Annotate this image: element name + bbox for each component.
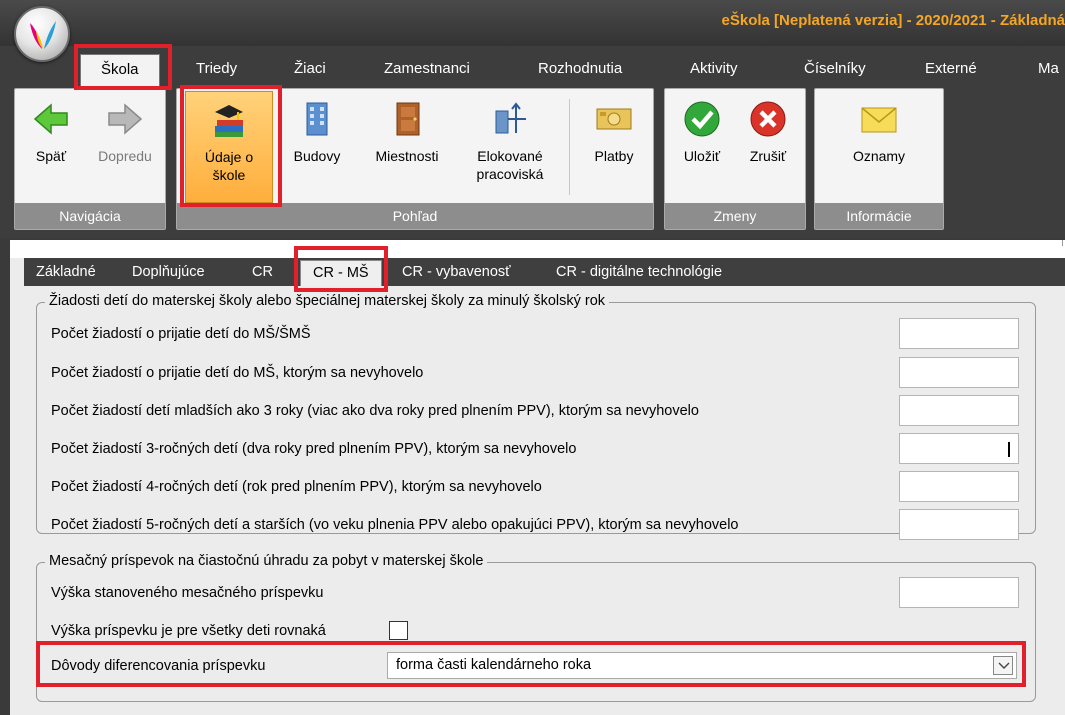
field-label: Počet žiadostí 5-ročných detí a starších… — [51, 517, 739, 533]
section-applications: Žiadosti detí do materskej školy alebo š… — [36, 293, 1036, 540]
field-label: Počet žiadostí 4-ročných detí (rok pred … — [51, 479, 542, 495]
subtab-bar: Základné Doplňujúce CR CR - MŠ CR - vyba… — [24, 258, 1065, 286]
applications-age4-input[interactable] — [899, 471, 1019, 502]
divider — [1062, 240, 1063, 246]
section-applications-title: Žiadosti detí do materskej školy alebo š… — [45, 293, 610, 309]
section-monthly-fee-title: Mesačný príspevok na čiastočnú úhradu za… — [45, 553, 488, 569]
door-icon — [396, 102, 420, 136]
title-bar: eŠkola [Neplatená verzia] - 2020/2021 - … — [0, 0, 1065, 46]
tab-more[interactable]: Ma — [1038, 60, 1059, 77]
field-label: Výška príspevku je pre všetky deti rovna… — [51, 623, 326, 639]
applications-under3-input[interactable] — [899, 395, 1019, 426]
field-label: Počet žiadostí detí mladších ako 3 roky … — [51, 403, 699, 419]
app-menu-button[interactable] — [14, 6, 70, 62]
group-navigacia: Späť Dopredu Navigácia — [14, 88, 166, 230]
announcements-button[interactable]: Oznamy — [829, 99, 929, 165]
group-zmeny: Uložiť Zrušiť Zmeny — [664, 88, 806, 230]
content-area: Základné Doplňujúce CR CR - MŠ CR - vyba… — [10, 240, 1065, 715]
field-label: Výška stanoveného mesačného príspevku — [51, 585, 324, 601]
rooms-button[interactable]: Miestnosti — [361, 99, 453, 165]
subtab-cr-ms[interactable]: CR - MŠ — [300, 260, 382, 286]
section-monthly-fee: Mesačný príspevok na čiastočnú úhradu za… — [36, 553, 1036, 702]
field-label: Počet žiadostí o prijatie detí do MŠ, kt… — [51, 365, 424, 381]
cancel-button[interactable]: Zrušiť — [737, 99, 799, 165]
subtab-cr-digital[interactable]: CR - digitálne technológie — [556, 264, 722, 280]
window-title: eŠkola [Neplatená verzia] - 2020/2021 - … — [721, 12, 1065, 29]
network-buildings-icon — [495, 102, 526, 134]
tab-aktivity[interactable]: Aktivity — [690, 60, 738, 77]
tab-rozhodnutia[interactable]: Rozhodnutia — [538, 60, 622, 77]
forward-arrow-icon — [108, 103, 143, 135]
ribbon-separator — [569, 99, 570, 195]
subtab-cr[interactable]: CR — [252, 264, 273, 280]
cancel-x-icon — [750, 101, 786, 137]
forward-button[interactable]: Dopredu — [87, 99, 163, 165]
buildings-button[interactable]: Budovy — [281, 99, 353, 165]
back-arrow-icon — [33, 103, 68, 135]
tab-ziaci[interactable]: Žiaci — [294, 60, 326, 77]
group-label-navigacia: Navigácia — [15, 203, 165, 229]
ribbon: Späť Dopredu Navigácia Údaje o škole Bud… — [0, 88, 1065, 238]
money-icon — [596, 108, 632, 130]
tab-ciselniky[interactable]: Číselníky — [804, 60, 866, 77]
text-caret — [1008, 442, 1010, 457]
monthly-fee-amount-input[interactable] — [899, 577, 1019, 608]
school-books-icon — [215, 105, 243, 137]
subtab-cr-vybavenost[interactable]: CR - vybavenosť — [402, 264, 511, 280]
envelope-icon — [861, 107, 897, 133]
applications-age3-input[interactable] — [899, 433, 1019, 464]
group-label-pohlad: Pohľad — [177, 203, 653, 229]
tab-externe[interactable]: Externé — [925, 60, 977, 77]
tab-triedy[interactable]: Triedy — [196, 60, 237, 77]
payments-button[interactable]: Platby — [579, 99, 649, 165]
applications-rejected-input[interactable] — [899, 357, 1019, 388]
group-label-zmeny: Zmeny — [665, 203, 805, 229]
group-label-informacie: Informácie — [815, 203, 943, 229]
field-label: Počet žiadostí o prijatie detí do MŠ/ŠMŠ — [51, 326, 311, 342]
select-value: forma časti kalendárneho roka — [396, 657, 592, 673]
back-button[interactable]: Späť — [21, 99, 81, 165]
checkmark-icon — [684, 101, 720, 137]
ribbon-tab-bar: Škola Triedy Žiaci Zamestnanci Rozhodnut… — [0, 46, 1065, 90]
field-label: Dôvody diferencovania príspevku — [51, 658, 266, 674]
content-header-strip — [10, 240, 1065, 258]
field-label: Počet žiadostí 3-ročných detí (dva roky … — [51, 441, 577, 457]
equal-fee-checkbox[interactable] — [389, 621, 408, 640]
applications-age5-input[interactable] — [899, 509, 1019, 540]
detached-workplaces-button[interactable]: Elokované pracoviská — [461, 99, 559, 183]
applications-total-input[interactable] — [899, 318, 1019, 349]
group-informacie: Oznamy Informácie — [814, 88, 944, 230]
group-pohlad: Údaje o škole Budovy Miestnosti Elokovan… — [176, 88, 654, 230]
tab-zamestnanci[interactable]: Zamestnanci — [384, 60, 470, 77]
tab-skola[interactable]: Škola — [80, 54, 160, 90]
dropdown-button[interactable] — [993, 656, 1013, 675]
differentiation-reason-select[interactable]: forma časti kalendárneho roka — [387, 652, 1017, 679]
subtab-zakladne[interactable]: Základné — [36, 264, 96, 280]
chevron-down-icon — [998, 662, 1010, 669]
app-logo-icon — [30, 21, 56, 49]
building-icon — [306, 102, 328, 136]
subtab-doplnujuce[interactable]: Doplňujúce — [132, 264, 205, 280]
school-data-button[interactable]: Údaje o škole — [185, 91, 273, 203]
save-button[interactable]: Uložiť — [671, 99, 733, 165]
